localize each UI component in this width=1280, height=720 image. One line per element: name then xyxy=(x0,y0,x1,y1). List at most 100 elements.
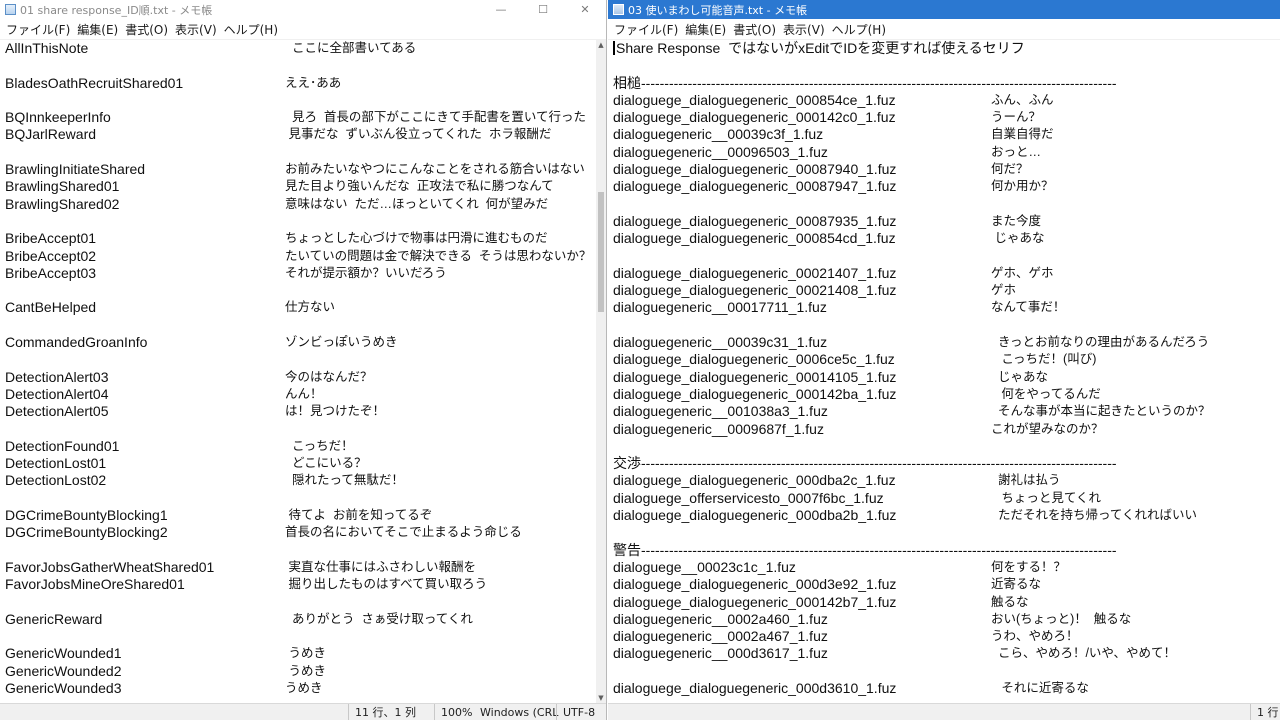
text-line[interactable]: Share Response ではないがxEditでIDを変更すれば使えるセリフ xyxy=(613,40,1272,57)
text-line[interactable]: AllInThisNote ここに全部書いてある xyxy=(5,40,595,57)
text-line[interactable]: BribeAccept01 ちょっとした心づけで物事は円滑に進むものだ xyxy=(5,230,595,247)
text-line[interactable]: dialoguegeneric__00096503_1.fuz おっと… xyxy=(613,144,1272,161)
text-line[interactable]: DGCrimeBountyBlocking1 待てよ お前を知ってるぞ xyxy=(5,507,595,524)
text-editor[interactable]: AllInThisNote ここに全部書いてある BladesOathRecrui… xyxy=(5,40,595,703)
text-line[interactable]: DetectionAlert04 んん！ xyxy=(5,386,595,403)
scroll-down-icon[interactable]: ▼ xyxy=(596,693,606,703)
text-line[interactable] xyxy=(5,421,595,438)
text-line[interactable] xyxy=(613,524,1272,541)
text-line[interactable] xyxy=(5,628,595,645)
text-line[interactable]: dialoguege_dialoguegeneric_000854cd_1.fu… xyxy=(613,230,1272,247)
text-line[interactable]: BrawlingInitiateShared お前みたいなやつにこんなことをされる… xyxy=(5,161,595,178)
text-line[interactable]: BladesOathRecruitShared01 ええ･ああ xyxy=(5,75,595,92)
text-line[interactable]: dialoguegeneric__001038a3_1.fuz そんな事が本当に… xyxy=(613,403,1272,420)
text-line[interactable]: dialoguege_dialoguegeneric_000142ba_1.fu… xyxy=(613,386,1272,403)
title-bar[interactable]: 01 share response_ID順.txt - メモ帳 — ☐ ✕ xyxy=(0,0,606,19)
menu-view[interactable]: 表示(V) xyxy=(781,21,830,38)
text-line[interactable]: dialoguege_dialoguegeneric_000dba2c_1.fu… xyxy=(613,472,1272,489)
text-line[interactable]: GenericReward ありがとう さぁ受け取ってくれ xyxy=(5,611,595,628)
menu-edit[interactable]: 編集(E) xyxy=(683,21,731,38)
text-line[interactable]: DetectionAlert03 今のはなんだ？ xyxy=(5,369,595,386)
text-line[interactable]: DGCrimeBountyBlocking2 首長の名においてそこで止まるよう命じ… xyxy=(5,524,595,541)
menu-file[interactable]: ファイル(F) xyxy=(612,21,683,38)
vertical-scrollbar[interactable]: ▲ ▼ xyxy=(596,40,606,703)
text-line[interactable]: dialoguege_dialoguegeneric_000854ce_1.fu… xyxy=(613,92,1272,109)
text-line[interactable]: BribeAccept02 たいていの問題は金で解決できる そうは思わないか？ xyxy=(5,248,595,265)
close-icon[interactable]: ✕ xyxy=(564,0,606,19)
text-line[interactable]: GenericWounded1 うめき xyxy=(5,645,595,662)
text-line[interactable] xyxy=(613,438,1272,455)
text-line[interactable]: dialoguegeneric__00017711_1.fuz なんて事だ！ xyxy=(613,299,1272,316)
text-line[interactable] xyxy=(5,594,595,611)
maximize-icon[interactable]: ☐ xyxy=(522,0,564,19)
text-line[interactable] xyxy=(613,663,1272,680)
menu-help[interactable]: ヘルプ(H) xyxy=(222,21,283,38)
menu-edit[interactable]: 編集(E) xyxy=(75,21,123,38)
text-line[interactable]: 相槌--------------------------------------… xyxy=(613,75,1272,92)
text-line[interactable]: dialoguegeneric__0002a467_1.fuz うわ、やめろ！ xyxy=(613,628,1272,645)
menu-help[interactable]: ヘルプ(H) xyxy=(830,21,891,38)
text-line[interactable] xyxy=(5,57,595,74)
text-line[interactable] xyxy=(613,196,1272,213)
text-line[interactable]: dialoguege_dialoguegeneric_000d3e92_1.fu… xyxy=(613,576,1272,593)
line-key-text: dialoguege_dialoguegeneric_00087935_1.fu… xyxy=(613,212,897,229)
text-line[interactable]: CommandedGroanInfo ゾンビっぽいうめき xyxy=(5,334,595,351)
menu-file[interactable]: ファイル(F) xyxy=(4,21,75,38)
text-line[interactable]: BrawlingShared01 見た目より強いんだな 正攻法で私に勝つなんて xyxy=(5,178,595,195)
text-line[interactable]: 警告--------------------------------------… xyxy=(613,542,1272,559)
title-bar[interactable]: 03 使いまわし可能音声.txt - メモ帳 xyxy=(608,0,1280,19)
text-line[interactable] xyxy=(5,490,595,507)
text-line[interactable]: DetectionFound01 こっちだ！ xyxy=(5,438,595,455)
text-line[interactable]: dialoguegeneric__000d3617_1.fuz こら、やめろ！/… xyxy=(613,645,1272,662)
text-line[interactable]: dialoguege_dialoguegeneric_00087940_1.fu… xyxy=(613,161,1272,178)
text-line[interactable] xyxy=(5,282,595,299)
text-line[interactable]: FavorJobsGatherWheatShared01 実直な仕事にはふさわし… xyxy=(5,559,595,576)
text-line[interactable]: dialoguege_dialoguegeneric_000142b7_1.fu… xyxy=(613,594,1272,611)
minimize-icon[interactable]: — xyxy=(480,0,522,19)
text-line[interactable] xyxy=(613,248,1272,265)
text-line[interactable]: FavorJobsMineOreShared01 掘り出したものはすべて買い取ろ… xyxy=(5,576,595,593)
text-line[interactable]: dialoguegeneric__00039c3f_1.fuz 自業自得だ xyxy=(613,126,1272,143)
menu-view[interactable]: 表示(V) xyxy=(173,21,222,38)
text-line[interactable]: dialoguege_dialoguegeneric_00087947_1.fu… xyxy=(613,178,1272,195)
text-editor[interactable]: Share Response ではないがxEditでIDを変更すれば使えるセリフ… xyxy=(613,40,1272,703)
text-line[interactable] xyxy=(5,213,595,230)
text-line[interactable]: dialoguege_dialoguegeneric_00014105_1.fu… xyxy=(613,369,1272,386)
text-line[interactable]: dialoguegeneric__0002a460_1.fuz おい(ちょっと)！… xyxy=(613,611,1272,628)
text-line[interactable] xyxy=(613,317,1272,334)
text-line[interactable]: CantBeHelped 仕方ない xyxy=(5,299,595,316)
text-line[interactable]: BribeAccept03 それが提示額か？いいだろう xyxy=(5,265,595,282)
text-line[interactable]: dialoguege_dialoguegeneric_000dba2b_1.fu… xyxy=(613,507,1272,524)
text-line[interactable]: dialoguege_dialoguegeneric_00021408_1.fu… xyxy=(613,282,1272,299)
text-line[interactable]: dialoguege_offerservicesto_0007f6bc_1.fu… xyxy=(613,490,1272,507)
line-value-text: こっちだ！ xyxy=(285,438,354,453)
scroll-thumb[interactable] xyxy=(598,192,604,312)
text-line[interactable]: dialoguege_dialoguegeneric_000142c0_1.fu… xyxy=(613,109,1272,126)
text-line[interactable]: dialoguege__00023c1c_1.fuz 何をする！？ xyxy=(613,559,1272,576)
text-line[interactable]: dialoguegeneric__0009687f_1.fuz これが望みなのか？ xyxy=(613,421,1272,438)
text-line[interactable] xyxy=(613,57,1272,74)
line-key-text: DetectionFound01 xyxy=(5,437,120,454)
text-line[interactable]: dialoguege_dialoguegeneric_00021407_1.fu… xyxy=(613,265,1272,282)
text-line[interactable]: DetectionLost02 隠れたって無駄だ！ xyxy=(5,472,595,489)
scroll-up-icon[interactable]: ▲ xyxy=(596,40,606,50)
text-line[interactable]: GenericWounded2 うめき xyxy=(5,663,595,680)
text-line[interactable]: dialoguege_dialoguegeneric_000d3610_1.fu… xyxy=(613,680,1272,697)
text-line[interactable]: BrawlingShared02 意味はない ただ…ほっといてくれ 何が望みだ xyxy=(5,196,595,213)
text-line[interactable]: GenericWounded3 うめき xyxy=(5,680,595,697)
menu-format[interactable]: 書式(O) xyxy=(123,21,173,38)
text-line[interactable]: dialoguege_dialoguegeneric_00087935_1.fu… xyxy=(613,213,1272,230)
text-line[interactable]: BQInnkeeperInfo 見ろ 首長の部下がここにきて手配書を置いて行った xyxy=(5,109,595,126)
text-line[interactable] xyxy=(5,144,595,161)
text-line[interactable]: DetectionAlert05 は！見つけたぞ！ xyxy=(5,403,595,420)
text-line[interactable]: dialoguege_dialoguegeneric_0006ce5c_1.fu… xyxy=(613,351,1272,368)
text-line[interactable]: 交渉--------------------------------------… xyxy=(613,455,1272,472)
text-line[interactable] xyxy=(5,542,595,559)
text-line[interactable] xyxy=(5,317,595,334)
text-line[interactable]: dialoguegeneric__00039c31_1.fuz きっとお前なりの… xyxy=(613,334,1272,351)
text-line[interactable] xyxy=(5,351,595,368)
menu-format[interactable]: 書式(O) xyxy=(731,21,781,38)
text-line[interactable] xyxy=(5,92,595,109)
text-line[interactable]: DetectionLost01 どこにいる？ xyxy=(5,455,595,472)
text-line[interactable]: BQJarlReward 見事だな ずいぶん役立ってくれた ホラ報酬だ xyxy=(5,126,595,143)
